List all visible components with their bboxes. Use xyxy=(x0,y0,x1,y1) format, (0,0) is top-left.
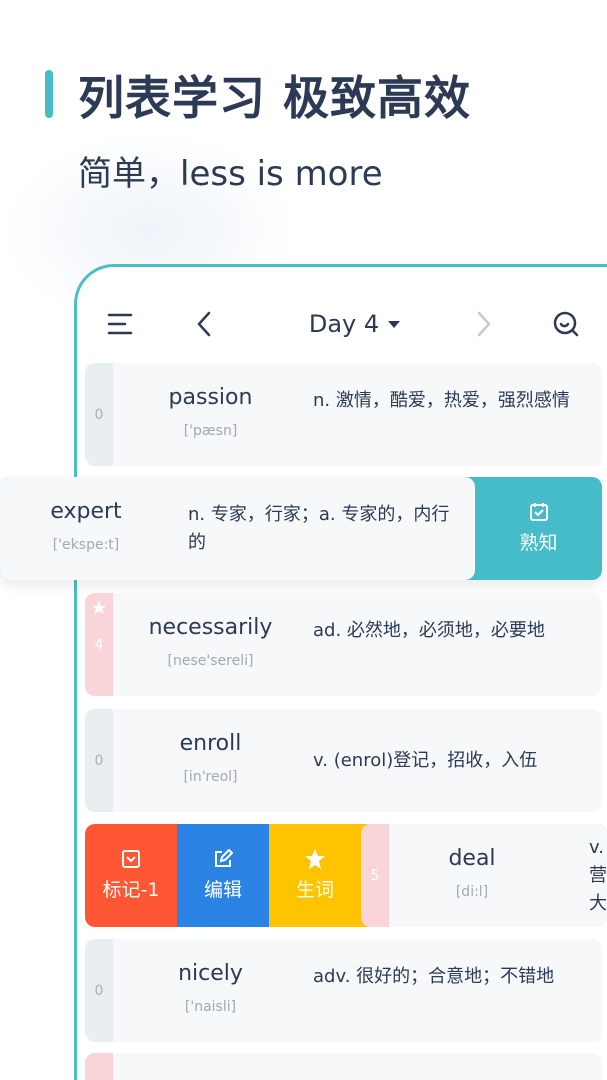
edit-icon xyxy=(215,849,233,867)
review-count: 0 xyxy=(85,363,113,466)
known-label: 熟知 xyxy=(519,532,558,554)
word-row[interactable]: 0 enroll [in'reol] v. (enrol)登记，招收，入伍 xyxy=(85,709,602,812)
edit-button[interactable]: 编辑 xyxy=(177,824,269,927)
search-icon[interactable] xyxy=(550,305,582,343)
review-count: 5 xyxy=(361,824,389,927)
prev-day-icon[interactable] xyxy=(190,305,218,343)
phonetic: [in'reol] xyxy=(183,769,238,785)
page-title: 列表学习 极致高效 xyxy=(78,71,472,125)
star-icon xyxy=(305,849,325,869)
menu-icon[interactable] xyxy=(105,305,137,343)
mark-label: 标记-1 xyxy=(102,879,160,901)
review-count: 0 xyxy=(85,709,113,812)
definition: n. 激情，酷爱，热爱，强烈感情 xyxy=(313,390,570,411)
word: enroll xyxy=(179,731,242,756)
definition: ad. 必然地，必须地，必要地 xyxy=(313,620,545,641)
edit-label: 编辑 xyxy=(203,879,242,901)
word: passion xyxy=(168,385,253,410)
word: necessarily xyxy=(148,615,273,640)
phonetic: ['pæsn] xyxy=(183,423,238,439)
review-count: 0 xyxy=(85,939,113,1042)
definition: adv. 很好的；合意地；不错地 xyxy=(313,966,555,987)
word: nicely xyxy=(178,961,243,986)
word: deal xyxy=(448,846,496,871)
phonetic: ['ekspe:t] xyxy=(52,537,120,553)
check-calendar-icon xyxy=(529,503,548,521)
word-row[interactable]: 4 necessarily [nese'sereli] ad. 必然地，必须地，… xyxy=(85,593,602,696)
page-subtitle: 简单，less is more xyxy=(78,154,383,194)
new-word-label: 生词 xyxy=(295,879,334,901)
word-row-swiped[interactable]: 标记-1 编辑 生词 5 deal [di:l] v. 营 大 xyxy=(85,824,607,927)
day-label: Day 4 xyxy=(308,310,380,338)
phonetic: [nese'sereli] xyxy=(167,653,254,669)
new-word-button[interactable]: 生词 xyxy=(269,824,361,927)
word-row-partial[interactable] xyxy=(85,1053,602,1080)
definition: n. 专家，行家；a. 专家的，内行的 xyxy=(188,504,450,553)
day-selector[interactable]: Day 4 xyxy=(300,305,410,343)
definition: v. 营 大 xyxy=(589,837,607,914)
phonetic: ['naisli] xyxy=(184,999,237,1015)
phonetic: [di:l] xyxy=(455,884,489,900)
star-icon xyxy=(92,601,106,614)
word-row-swiped[interactable]: expert ['ekspe:t] n. 专家，行家；a. 专家的，内行的 熟知 xyxy=(0,477,602,580)
word-row[interactable]: 0 nicely ['naisli] adv. 很好的；合意地；不错地 xyxy=(85,939,602,1042)
count-value: 4 xyxy=(94,636,104,653)
review-count xyxy=(85,1053,113,1080)
word-row[interactable]: 0 passion ['pæsn] n. 激情，酷爱，热爱，强烈感情 xyxy=(85,363,602,466)
mark-button[interactable]: 标记-1 xyxy=(85,824,177,927)
known-button[interactable]: 熟知 xyxy=(475,477,602,580)
title-accent-bar xyxy=(45,70,53,118)
definition: v. (enrol)登记，招收，入伍 xyxy=(313,750,538,771)
word: expert xyxy=(50,499,122,524)
caret-down-icon xyxy=(388,321,401,328)
mark-icon xyxy=(122,850,140,868)
next-day-icon[interactable] xyxy=(470,305,498,343)
